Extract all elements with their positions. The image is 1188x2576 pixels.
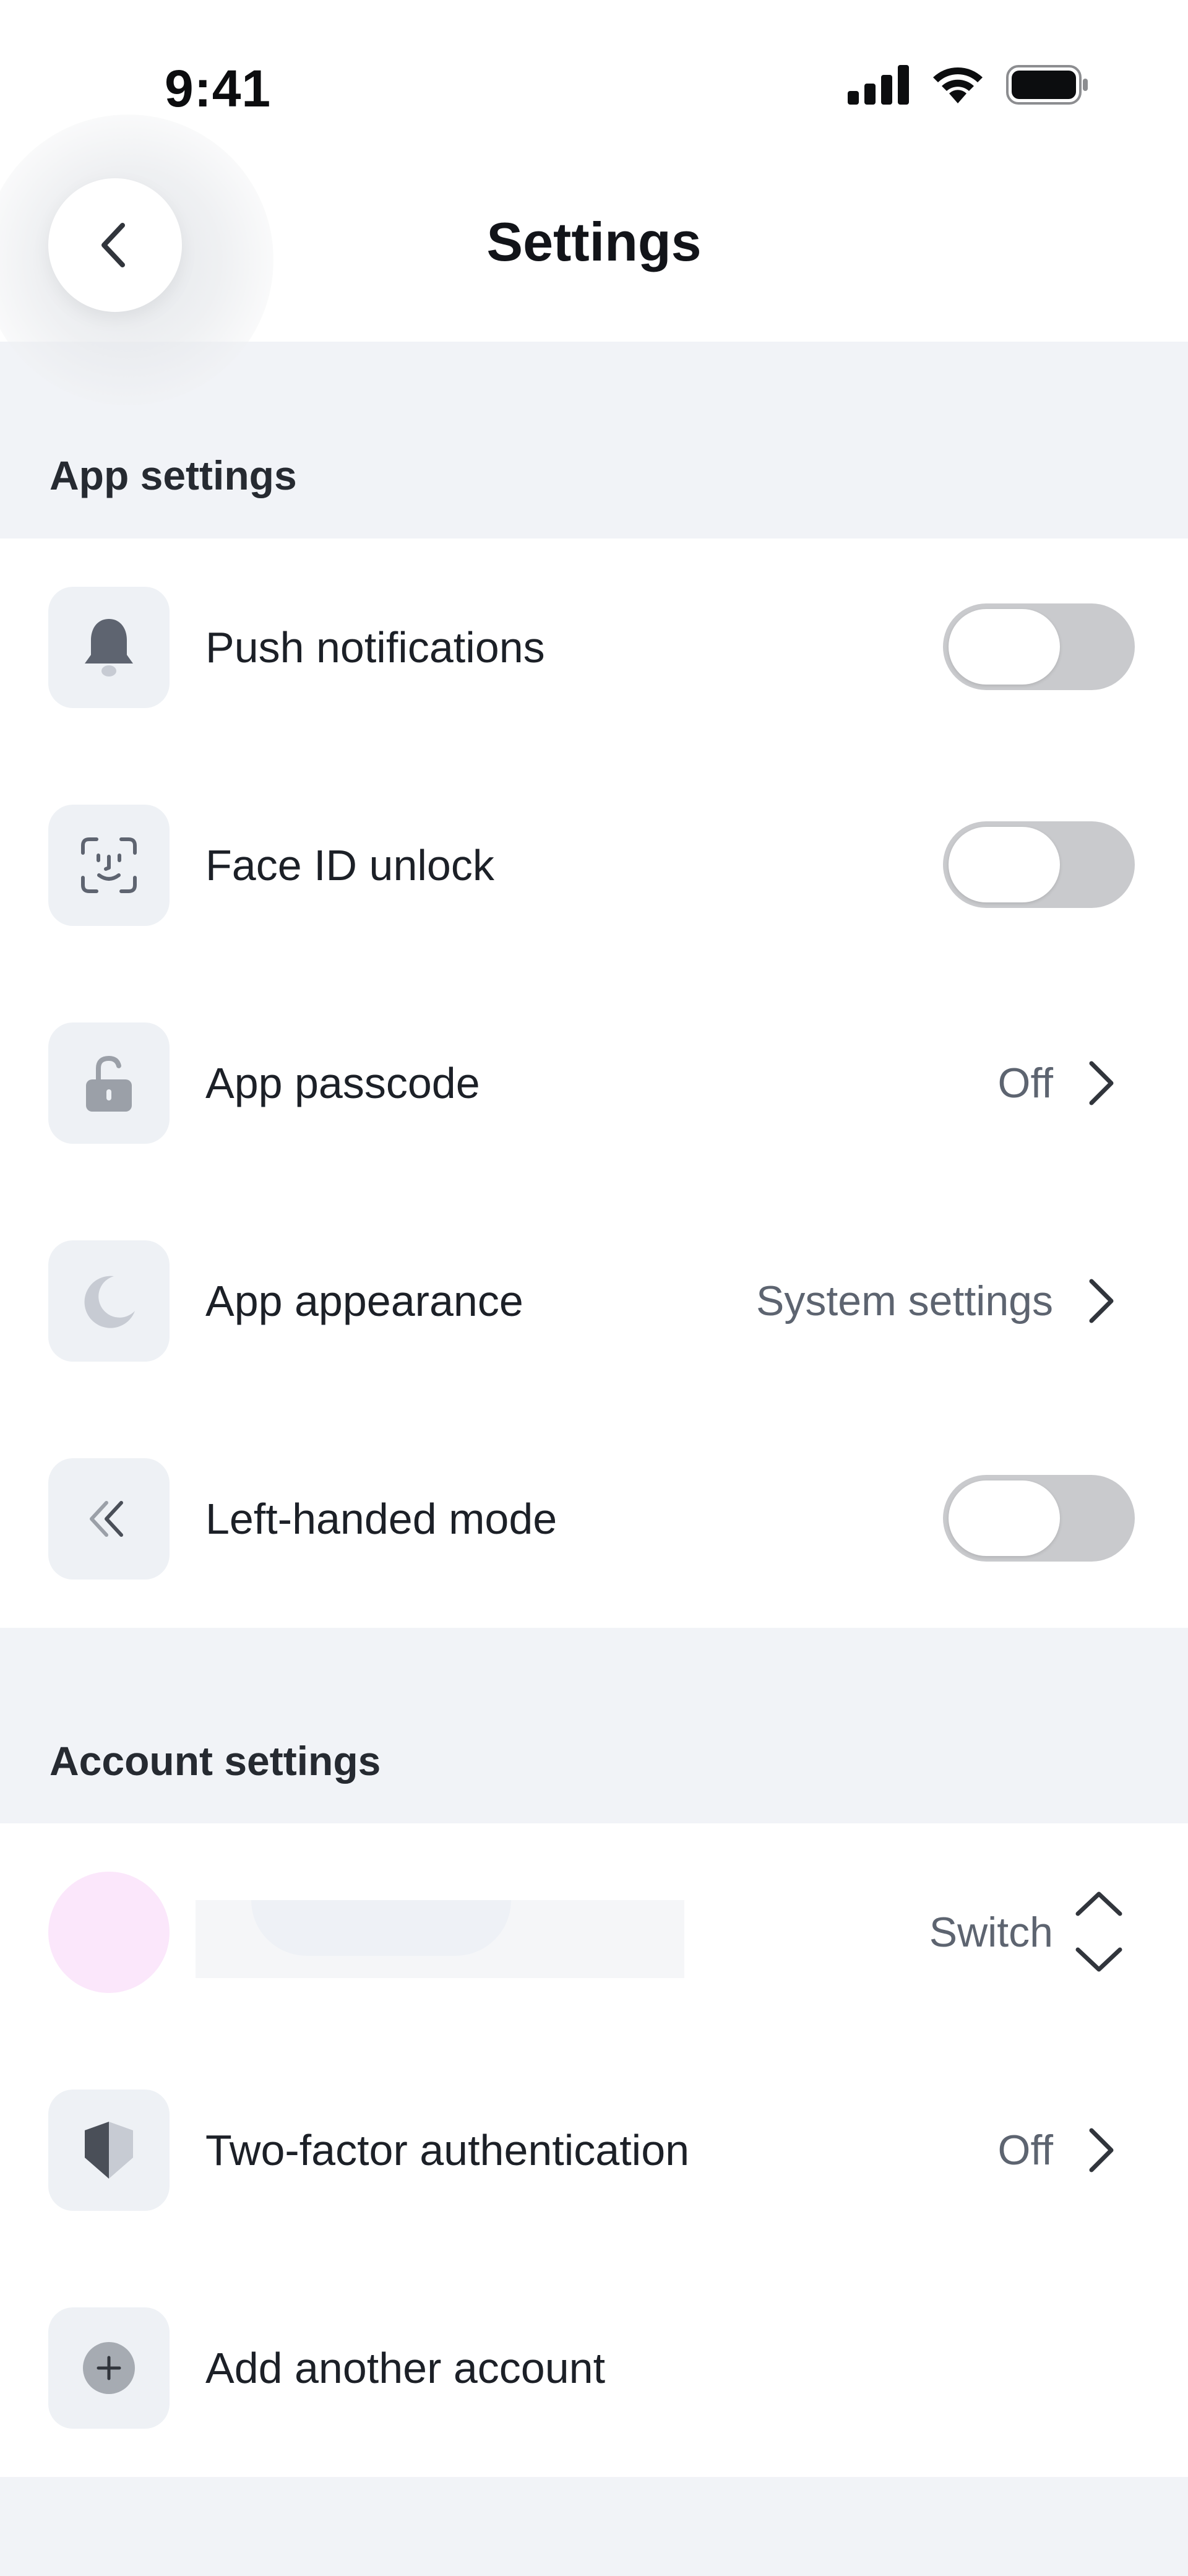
face-id-row[interactable]: Face ID unlock [0,756,1188,974]
two-factor-label: Two-factor authentication [205,2126,690,2174]
face-id-icon [81,837,137,893]
current-account-row[interactable]: Switch [0,1823,1188,2041]
app-passcode-icon-tile [48,1022,170,1144]
half-shield-icon [85,2122,133,2179]
battery-icon [1006,65,1088,105]
chevron-right-icon [1089,1279,1114,1323]
redacted-shape [251,1900,511,1956]
app-appearance-icon-tile [48,1240,170,1362]
app-appearance-value: System settings [756,1277,1053,1325]
left-handed-mode-label: Left-handed mode [205,1495,557,1543]
avatar [48,1872,170,1993]
push-notifications-toggle[interactable] [943,603,1135,690]
app-appearance-row[interactable]: App appearance System settings [0,1192,1188,1410]
unlocked-padlock-icon [86,1055,132,1112]
two-factor-row[interactable]: Two-factor authentication Off [0,2041,1188,2259]
wifi-icon [933,67,983,103]
app-appearance-label: App appearance [205,1277,523,1325]
face-id-icon-tile [48,805,170,926]
app-passcode-row[interactable]: App passcode Off [0,974,1188,1192]
app-settings-group: Push notifications Face ID unlock App pa… [0,538,1188,1628]
add-account-label: Add another account [205,2344,606,2392]
two-factor-value: Off [997,2127,1053,2174]
section-heading-account-settings: Account settings [50,1738,381,1784]
toggle-knob [949,609,1060,685]
face-id-label: Face ID unlock [205,841,494,889]
app-passcode-label: App passcode [205,1059,480,1107]
push-notifications-row[interactable]: Push notifications [0,538,1188,756]
push-notifications-icon-tile [48,587,170,708]
add-account-row[interactable]: Add another account [0,2259,1188,2477]
moon-icon [84,1276,135,1328]
app-passcode-value: Off [997,1060,1053,1107]
toggle-knob [949,1480,1060,1556]
add-account-icon-tile [48,2307,170,2429]
toggle-knob [949,827,1060,902]
status-icons [848,65,1089,105]
redacted-account-name [196,1900,684,1978]
account-settings-group: Switch Two-factor authentication Off Add… [0,1823,1188,2477]
two-factor-icon-tile [48,2090,170,2211]
bell-icon [85,619,133,676]
push-notifications-label: Push notifications [205,623,545,672]
face-id-toggle[interactable] [943,821,1135,908]
section-heading-app-settings: App settings [50,452,297,498]
left-handed-mode-toggle[interactable] [943,1475,1135,1562]
left-handed-mode-row[interactable]: Left-handed mode [0,1410,1188,1628]
page-title: Settings [486,211,702,272]
double-chevron-left-icon [90,1501,123,1537]
chevron-right-icon [1089,1061,1114,1105]
plus-circle-icon [83,2342,135,2394]
switch-account-label: Switch [929,1909,1053,1956]
chevron-up-down-icon[interactable] [1069,1885,1129,1978]
chevron-right-icon [1089,2128,1114,2172]
cellular-signal-icon [848,65,909,105]
left-handed-mode-icon-tile [48,1458,170,1580]
status-time: 9:41 [165,59,272,118]
